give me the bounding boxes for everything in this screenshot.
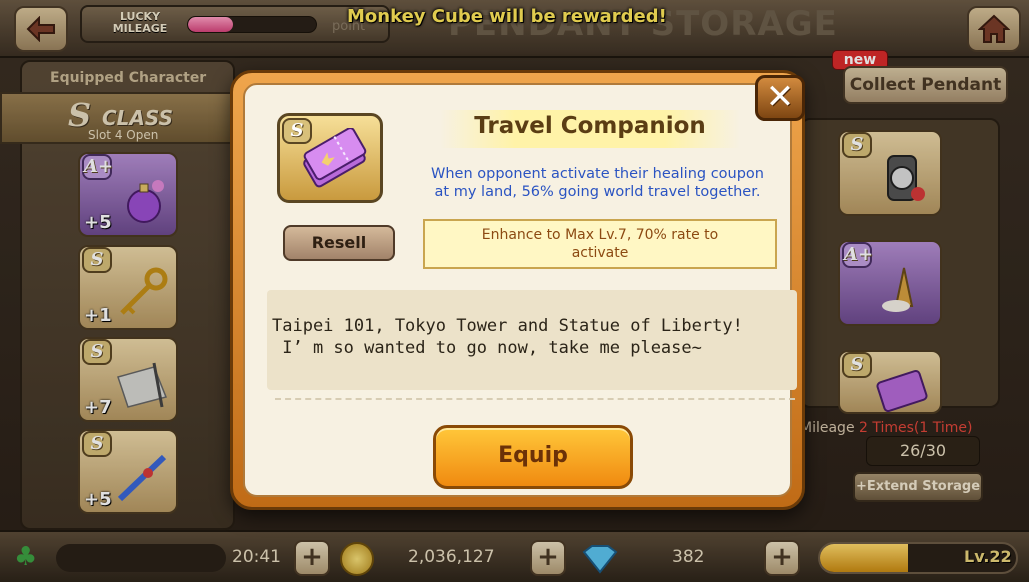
divider [275, 398, 795, 400]
enhance-info-box: Enhance to Max Lv.7, 70% rate to activat… [423, 219, 777, 269]
description-line-2: at my land, 56% going world travel toget… [434, 184, 761, 200]
flavor-line-1: Taipei 101, Tokyo Tower and Statue of Li… [272, 316, 743, 336]
travel-ticket-icon [303, 128, 367, 188]
pendant-detail-modal: S Travel Companion When opponent activat… [230, 70, 805, 510]
description-line-1: When opponent activate their healing cou… [431, 166, 764, 182]
enhance-line-2: activate [571, 245, 629, 261]
modal-body: S Travel Companion When opponent activat… [243, 83, 797, 497]
pendant-name: Travel Companion [474, 113, 706, 139]
flavor-text-box: Taipei 101, Tokyo Tower and Statue of Li… [267, 290, 797, 390]
pendant-storage-screen: LUCKY MILEAGE point PENDANT STORAGE Monke… [0, 0, 1029, 582]
pendant-item-frame: S [277, 113, 383, 203]
pendant-description: When opponent activate their healing cou… [395, 165, 800, 201]
resell-button[interactable]: Resell [283, 225, 395, 261]
flavor-line-2: I’ m so wanted to go now, take me please… [272, 338, 702, 358]
enhance-line-1: Enhance to Max Lv.7, 70% rate to [481, 227, 719, 243]
equip-button[interactable]: Equip [433, 425, 633, 489]
close-icon[interactable]: ✕ [755, 75, 805, 121]
